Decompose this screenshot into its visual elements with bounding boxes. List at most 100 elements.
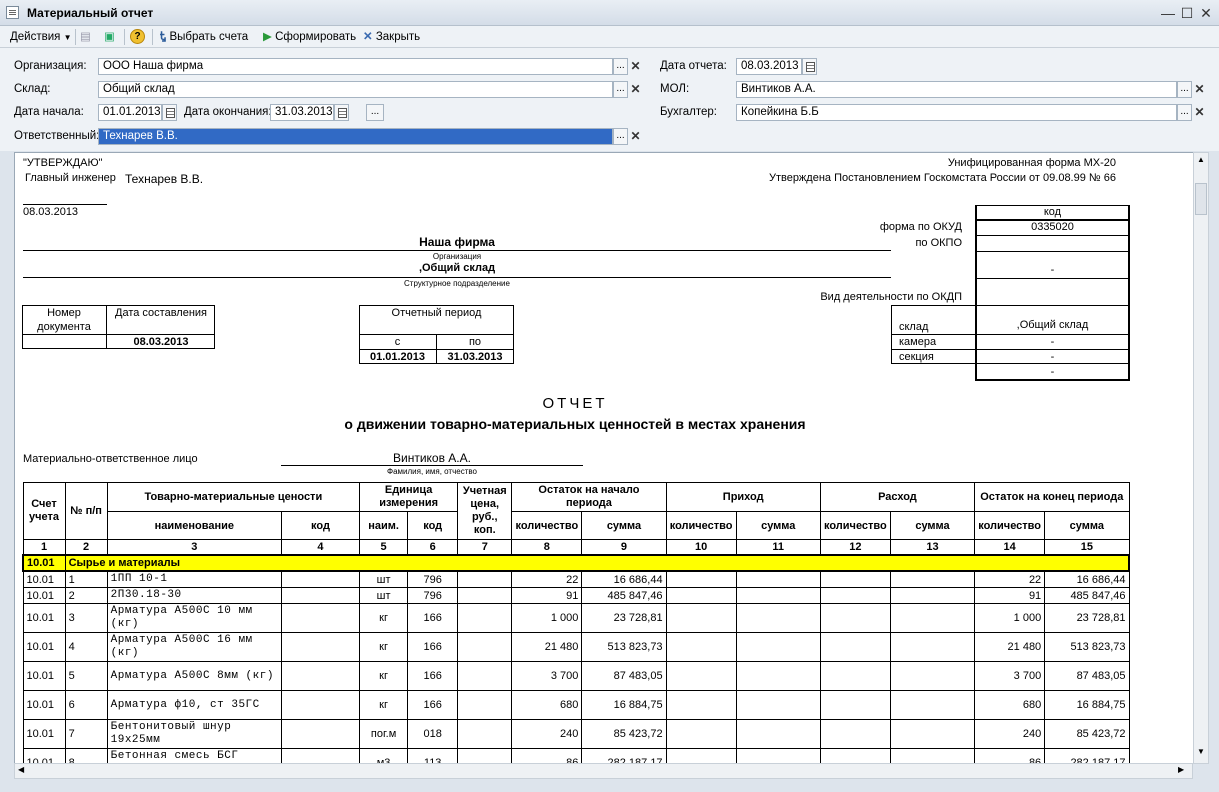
cell-empty	[665, 719, 737, 749]
accountant-choose-button[interactable]: ...	[1177, 104, 1192, 121]
mol-choose-button[interactable]: ...	[1177, 81, 1192, 98]
report-subtitle: о движении товарно-материальных ценносте…	[344, 416, 806, 432]
division-caption: Структурное подразделение	[404, 279, 510, 288]
sub-sum-header: сумма	[1044, 511, 1130, 540]
warehouse-field[interactable]: Общий склад	[98, 81, 613, 98]
cell-cq: 240	[974, 719, 1046, 749]
cell-empty	[889, 748, 976, 763]
print-icon[interactable]: ▤	[80, 29, 91, 45]
cell-empty	[280, 603, 361, 633]
mol-label: МОЛ:	[660, 83, 690, 95]
responsible-clear-icon[interactable]: ✕	[628, 128, 643, 145]
cell-empty	[457, 632, 513, 662]
warehouse-choose-button[interactable]: ...	[613, 81, 628, 98]
column-number: 14	[974, 539, 1046, 556]
cell-acc: 10.01	[22, 603, 66, 633]
responsible-choose-button[interactable]: ...	[613, 128, 628, 145]
cell-s: 16 686,44	[581, 570, 667, 588]
cell-n: 2	[64, 587, 108, 604]
close-label: Закрыть	[375, 31, 421, 44]
period-choose-button[interactable]: ...	[366, 104, 384, 121]
column-number: 11	[735, 539, 821, 556]
sub-unit-code-header: код	[407, 511, 459, 540]
cell-code: 113	[407, 748, 459, 763]
okud-value: 0335020	[1031, 221, 1074, 233]
section-value: -	[1050, 351, 1055, 363]
organization-clear-icon[interactable]: ✕	[628, 58, 643, 75]
scroll-left-icon[interactable]: ◀	[18, 765, 24, 774]
extra-value: -	[1050, 366, 1055, 378]
scroll-right-icon[interactable]: ▶	[1178, 765, 1184, 774]
cell-unit: пог.м	[359, 719, 409, 749]
cell-unit: шт	[359, 570, 409, 588]
cell-empty	[665, 661, 737, 691]
cell-q: 680	[511, 690, 583, 720]
generate-button[interactable]: ▶ Сформировать	[263, 29, 356, 45]
cell-empty	[819, 661, 891, 691]
cell-unit: шт	[359, 587, 409, 604]
mol-field[interactable]: Винтиков А.А.	[736, 81, 1177, 98]
cell-s: 282 187,17	[581, 748, 667, 763]
responsible-field[interactable]: Технарев В.В.	[98, 128, 613, 145]
accountant-label: Бухгалтер:	[660, 106, 717, 118]
cell-empty	[735, 632, 821, 662]
close-window-icon[interactable]: ✕	[1198, 5, 1214, 21]
scroll-up-icon[interactable]: ▲	[1194, 155, 1208, 164]
table-row: 10.01 3 Арматура А500С 10 мм (кг) кг 166 1 00…	[22, 603, 1130, 633]
cell-cq: 3 700	[974, 661, 1046, 691]
select-accounts-button[interactable]: Ꮏ Выбрать счета	[160, 29, 248, 45]
maximize-icon[interactable]: ☐	[1179, 5, 1195, 21]
horizontal-scrollbar[interactable]: ◀ ▶	[14, 763, 1193, 779]
close-button[interactable]: ✕ Закрыть	[363, 29, 420, 45]
report-date-calendar-icon[interactable]	[802, 58, 817, 75]
minimize-icon[interactable]: —	[1160, 5, 1176, 21]
end-date-field[interactable]: 31.03.2013	[270, 104, 334, 121]
start-date-field[interactable]: 01.01.2013	[98, 104, 162, 121]
accountant-clear-icon[interactable]: ✕	[1192, 104, 1207, 121]
sub-sum-header: сумма	[889, 511, 976, 540]
sub-sum-header: сумма	[735, 511, 821, 540]
cell-cs: 513 823,73	[1044, 632, 1130, 662]
help-icon: ?	[130, 29, 145, 45]
accountant-field[interactable]: Копейкина Б.Б	[736, 104, 1177, 121]
help-button[interactable]: ?	[130, 29, 145, 45]
report-date-field[interactable]: 08.03.2013	[736, 58, 802, 75]
mol-clear-icon[interactable]: ✕	[1192, 81, 1207, 98]
scroll-down-icon[interactable]: ▼	[1194, 747, 1208, 756]
cell-q: 21 480	[511, 632, 583, 662]
cell-cs: 282 187,17	[1044, 748, 1130, 763]
vertical-scrollbar[interactable]: ▲ ▼	[1193, 152, 1209, 764]
col-price-header: Учетная цена, руб., коп.	[457, 482, 513, 540]
end-date-calendar-icon[interactable]	[334, 104, 349, 121]
actions-label: Действия	[10, 31, 61, 43]
box-divider	[22, 334, 215, 335]
vertical-scroll-thumb[interactable]	[1195, 183, 1207, 215]
cell-s: 16 884,75	[581, 690, 667, 720]
cell-q: 22	[511, 570, 583, 588]
cell-empty	[819, 719, 891, 749]
organization-choose-button[interactable]: ...	[613, 58, 628, 75]
cell-empty	[735, 661, 821, 691]
document-icon	[6, 6, 19, 19]
cell-empty	[889, 719, 976, 749]
cell-name: Бетонная смесь БСГ М-100/В7,5 п4	[106, 748, 282, 763]
start-date-calendar-icon[interactable]	[162, 104, 177, 121]
cell-empty	[819, 632, 891, 662]
cell-empty	[665, 603, 737, 633]
warehouse-clear-icon[interactable]: ✕	[628, 81, 643, 98]
cell-empty	[457, 719, 513, 749]
mol-report-label: Материально-ответственное лицо	[23, 453, 198, 465]
store-label: склад	[899, 321, 929, 333]
column-number: 7	[457, 539, 513, 556]
sub-qty-header: количество	[974, 511, 1046, 540]
play-icon: ▶	[263, 31, 272, 43]
cell-empty	[665, 690, 737, 720]
actions-menu-button[interactable]: Действия ▼	[10, 29, 72, 45]
column-number: 2	[64, 539, 108, 556]
report-title: ОТЧЕТ	[542, 395, 608, 412]
division-line	[23, 277, 891, 278]
organization-field[interactable]: ООО Наша фирма	[98, 58, 613, 75]
save-icon[interactable]: ▣	[104, 29, 115, 45]
cell-unit: м3	[359, 748, 409, 763]
doc-date-header: Дата составления	[115, 307, 207, 319]
